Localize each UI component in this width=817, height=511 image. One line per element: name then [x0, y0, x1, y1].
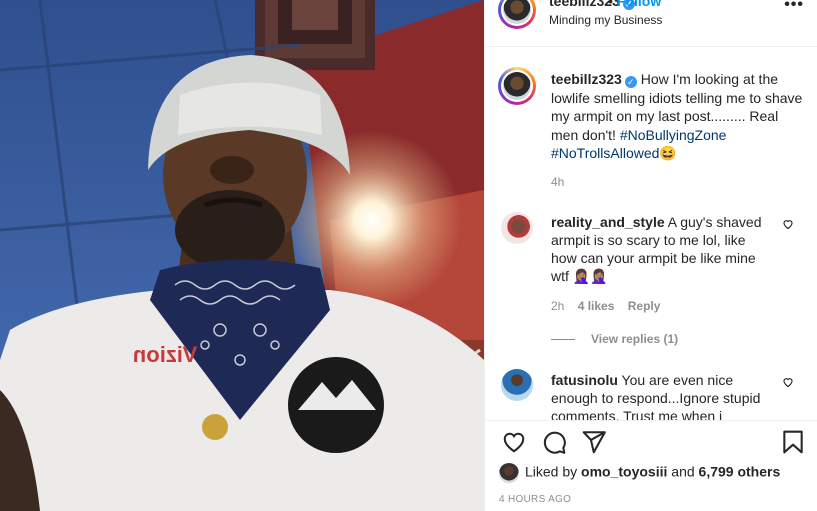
caption-timestamp[interactable]: 4h	[551, 175, 564, 189]
caption-username[interactable]: teebillz323	[551, 71, 622, 87]
commenter-username[interactable]: reality_and_style	[551, 214, 665, 230]
laughing-emoji: 😆	[659, 145, 677, 161]
liker-avatar[interactable]	[499, 463, 519, 483]
follow-button[interactable]: • Follow	[608, 0, 661, 9]
post-location[interactable]: Minding my Business	[549, 13, 662, 27]
save-bookmark-icon[interactable]	[780, 429, 806, 460]
likes-count-button[interactable]: 6,799 others	[699, 464, 781, 480]
hashtag-link[interactable]: #NoTrollsAllowed	[551, 145, 659, 161]
liker-username[interactable]: omo_toyosiii	[581, 464, 667, 480]
commenter-avatar[interactable]	[501, 369, 533, 401]
hashtag-link[interactable]: #NoBullyingZone	[620, 127, 727, 143]
comment-bubble-icon[interactable]	[541, 429, 567, 460]
share-paper-plane-icon[interactable]	[581, 429, 607, 460]
caption-avatar[interactable]	[498, 67, 536, 105]
more-options-icon[interactable]: •••	[784, 0, 804, 14]
likes-summary: Liked by omo_toyosiii and 6,799 others	[499, 463, 780, 483]
author-avatar[interactable]	[498, 0, 536, 29]
comments-section[interactable]: teebillz323 ✓ How I'm looking at the lowl…	[485, 47, 817, 420]
post-timestamp[interactable]: 4 HOURS AGO	[499, 494, 571, 505]
caption-text: teebillz323 ✓ How I'm looking at the lowl…	[551, 71, 803, 161]
post-panel: teebillz323 ✓ • Follow Minding my Business…	[484, 0, 817, 511]
post-actions	[485, 420, 817, 461]
comment-meta: 2h 4 likes Reply	[551, 299, 670, 313]
like-heart-icon[interactable]	[501, 429, 527, 460]
comment-time[interactable]: 2h	[551, 299, 564, 313]
comment-like-heart-icon[interactable]	[782, 376, 794, 391]
commenter-username[interactable]: fatusinolu	[551, 372, 618, 388]
post-photo[interactable]: Vizion	[0, 0, 484, 511]
shirt-text: Vizion	[133, 342, 197, 367]
comment-likes[interactable]: 4 likes	[578, 299, 615, 313]
verified-badge-icon: ✓	[624, 76, 637, 88]
comment-text: fatusinolu You are even nice enough to r…	[551, 372, 761, 420]
commenter-avatar[interactable]	[501, 212, 533, 244]
view-replies-button[interactable]: View replies (1)	[551, 332, 678, 346]
shirt-logo	[288, 357, 384, 453]
photo-illustration: Vizion	[0, 0, 484, 511]
reply-button[interactable]: Reply	[628, 299, 661, 313]
comment-like-heart-icon[interactable]	[782, 218, 794, 233]
comment-text: reality_and_style A guy's shaved armpit …	[551, 214, 762, 284]
post-header: teebillz323 ✓ • Follow Minding my Business…	[485, 0, 817, 47]
